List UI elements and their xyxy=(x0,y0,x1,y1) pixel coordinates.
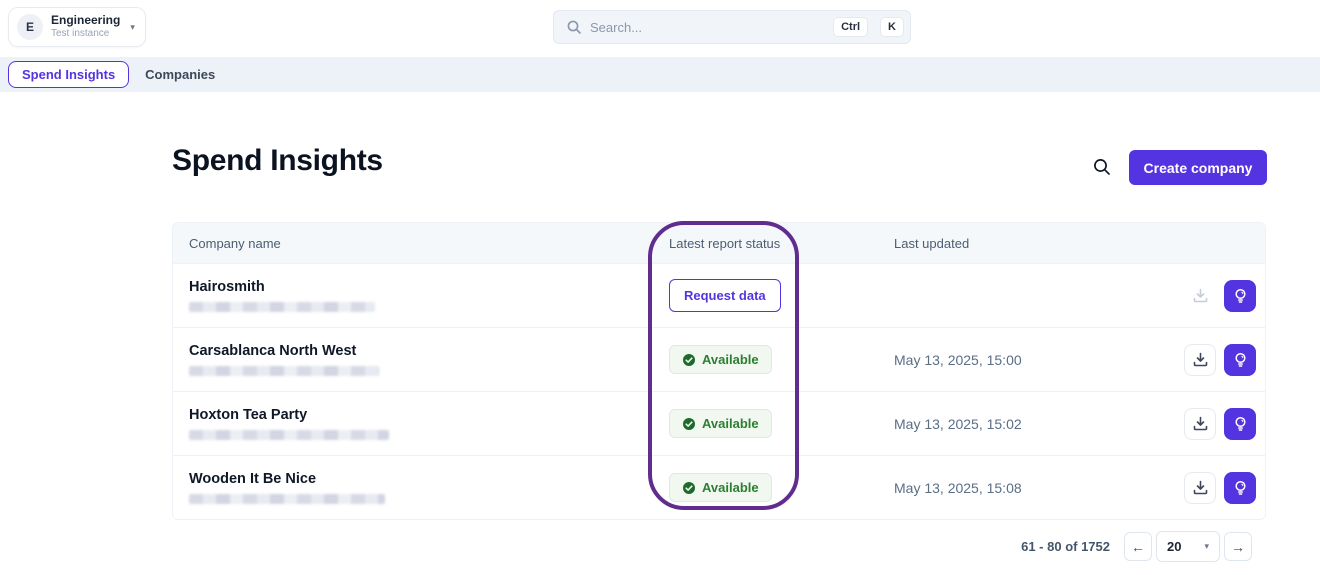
status-badge: Available xyxy=(669,345,772,374)
download-icon xyxy=(1193,480,1207,495)
page-title: Spend Insights xyxy=(172,144,383,177)
search-input[interactable] xyxy=(590,19,822,35)
insights-bulb-button[interactable] xyxy=(1224,279,1256,312)
status-badge-label: Available xyxy=(702,480,759,495)
previous-page-button[interactable]: ← xyxy=(1124,532,1152,561)
last-updated: May 13, 2025, 15:02 xyxy=(894,415,1022,432)
tab-companies[interactable]: Companies xyxy=(145,67,215,82)
shortcut-ctrl-key: Ctrl xyxy=(833,17,869,37)
status-badge-label: Available xyxy=(702,352,759,367)
redacted-address xyxy=(189,366,379,376)
page-size-select[interactable]: 20 ▾ xyxy=(1156,531,1220,562)
download-icon-disabled xyxy=(1184,280,1216,312)
check-circle-icon xyxy=(683,353,695,366)
table-row: Carsablanca North West Available May 13,… xyxy=(173,327,1265,391)
download-report-button[interactable] xyxy=(1184,471,1216,504)
last-updated: May 13, 2025, 15:08 xyxy=(894,479,1022,496)
pagination: 61 - 80 of 1752 ← 20 ▾ → xyxy=(0,531,1252,562)
table-header-row: Company name Latest report status Last u… xyxy=(173,223,1265,263)
company-name: Hairosmith xyxy=(189,279,265,295)
chevron-down-icon: ▾ xyxy=(130,21,135,32)
column-header-status: Latest report status xyxy=(669,235,781,251)
companies-table: Company name Latest report status Last u… xyxy=(172,222,1266,520)
org-switcher[interactable]: E Engineering Test instance ▾ xyxy=(8,7,146,47)
redacted-address xyxy=(189,430,389,440)
lightbulb-icon xyxy=(1234,288,1246,303)
lightbulb-icon xyxy=(1234,352,1246,367)
company-name: Hoxton Tea Party xyxy=(189,407,308,423)
org-name: Engineering xyxy=(51,13,121,28)
table-row: Hoxton Tea Party Available May 13, 2025,… xyxy=(173,391,1265,455)
company-name: Wooden It Be Nice xyxy=(189,471,317,487)
lightbulb-icon xyxy=(1234,416,1246,431)
last-updated: May 13, 2025, 15:00 xyxy=(894,351,1022,368)
check-circle-icon xyxy=(683,417,695,430)
lightbulb-icon xyxy=(1234,480,1246,495)
download-icon xyxy=(1193,416,1207,431)
status-badge-label: Available xyxy=(702,416,759,431)
table-row: Wooden It Be Nice Available May 13, 2025… xyxy=(173,455,1265,519)
next-page-button[interactable]: → xyxy=(1224,532,1252,561)
table-search-icon[interactable] xyxy=(1092,157,1112,177)
download-icon xyxy=(1193,352,1207,367)
column-header-updated: Last updated xyxy=(894,235,970,251)
search-icon xyxy=(567,20,581,34)
download-report-button[interactable] xyxy=(1184,407,1216,440)
column-header-company: Company name xyxy=(189,235,281,251)
pagination-range: 61 - 80 of 1752 xyxy=(1021,539,1110,554)
shortcut-k-key: K xyxy=(880,17,904,37)
check-circle-icon xyxy=(683,481,695,494)
insights-bulb-button[interactable] xyxy=(1224,407,1256,440)
redacted-address xyxy=(189,494,385,504)
status-badge: Available xyxy=(669,409,772,438)
request-data-button[interactable]: Request data xyxy=(669,279,781,312)
global-search[interactable]: Ctrl K xyxy=(553,10,911,44)
insights-bulb-button[interactable] xyxy=(1224,343,1256,376)
download-report-button[interactable] xyxy=(1184,343,1216,376)
nav-tabbar: Spend Insights Companies xyxy=(0,57,1320,92)
create-company-button[interactable]: Create company xyxy=(1129,150,1267,185)
status-badge: Available xyxy=(669,473,772,502)
org-subtitle: Test instance xyxy=(51,28,110,40)
insights-bulb-button[interactable] xyxy=(1224,471,1256,504)
page-size-value: 20 xyxy=(1167,539,1182,554)
chevron-down-icon: ▾ xyxy=(1204,541,1209,551)
top-header: E Engineering Test instance ▾ Ctrl K xyxy=(0,0,1320,56)
redacted-address xyxy=(189,302,375,312)
table-row: Hairosmith Request data xyxy=(173,263,1265,327)
company-name: Carsablanca North West xyxy=(189,343,357,359)
org-avatar: E xyxy=(17,14,43,40)
tab-spend-insights[interactable]: Spend Insights xyxy=(8,61,130,88)
